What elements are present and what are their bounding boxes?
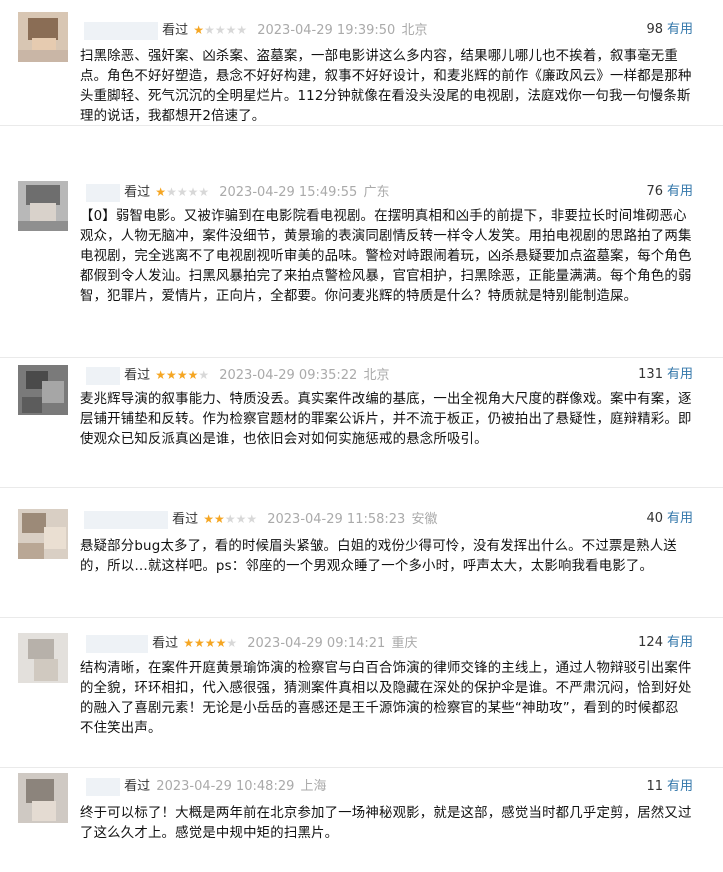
- comment-item: 看过 ★★★★★ 2023-04-29 19:39:50 北京 98 有用 扫黑除…: [0, 0, 723, 126]
- vote-count: 76: [646, 184, 663, 199]
- useful-button[interactable]: 有用: [667, 22, 693, 37]
- comment-item: 看过 2023-04-29 10:48:29 上海 11 有用 终于可以标了！大概…: [0, 767, 723, 872]
- comment-item: 看过 ★★★★★ 2023-04-29 11:58:23 安徽 40 有用 悬疑部…: [0, 487, 723, 618]
- star-icon: ★★★★: [183, 636, 227, 650]
- watched-label: 看过: [124, 779, 151, 794]
- username-blurred[interactable]: [86, 777, 120, 796]
- vote-count: 98: [646, 22, 663, 37]
- useful-button[interactable]: 有用: [667, 184, 693, 199]
- useful-button[interactable]: 有用: [667, 635, 693, 650]
- username-blurred[interactable]: [84, 510, 168, 529]
- comment-location: 北京: [363, 368, 390, 383]
- watched-label: 看过: [152, 636, 179, 651]
- username-blurred[interactable]: [86, 366, 120, 385]
- comment-text: 结构清晰，在案件开庭黄景瑜饰演的检察官与白百合饰演的律师交锋的主线上，通过人物辩…: [80, 661, 692, 736]
- comment-text: 【0】弱智电影。又被诈骗到在电影院看电视剧。在摆明真相和凶手的前提下，非要拉长时…: [80, 209, 692, 304]
- username-blurred[interactable]: [86, 634, 148, 653]
- rating-stars: ★★★★★: [155, 368, 209, 382]
- vote-count: 11: [646, 779, 663, 794]
- comment-meta: 看过 ★★★★★ 2023-04-29 09:35:22 北京: [86, 365, 389, 385]
- comment-time: 2023-04-29 10:48:29: [156, 779, 295, 794]
- star-icon: ★★★★: [155, 368, 199, 382]
- username-blurred[interactable]: [84, 21, 158, 40]
- useful-button[interactable]: 有用: [667, 367, 693, 382]
- rating-stars: ★★★★★: [183, 636, 237, 650]
- vote-count: 40: [646, 511, 663, 526]
- comment-meta: 看过 2023-04-29 10:48:29 上海: [86, 777, 327, 797]
- comment-time: 2023-04-29 09:35:22: [219, 368, 358, 383]
- watched-label: 看过: [162, 23, 189, 38]
- star-empty-icon: ★: [226, 636, 238, 650]
- star-icon: ★: [193, 23, 205, 37]
- comment-meta: 看过 ★★★★★ 2023-04-29 19:39:50 北京: [84, 20, 427, 40]
- vote-count: 131: [638, 367, 663, 382]
- avatar[interactable]: [18, 181, 68, 231]
- comment-text: 悬疑部分bug太多了，看的时候眉头紧皱。白姐的戏份少得可怜，没有发挥出什么。不过…: [80, 539, 677, 574]
- avatar[interactable]: [18, 773, 68, 823]
- comment-time: 2023-04-29 09:14:21: [247, 636, 386, 651]
- comment-location: 上海: [300, 779, 327, 794]
- star-icon: ★: [155, 185, 167, 199]
- star-empty-icon: ★★★: [224, 512, 258, 526]
- star-empty-icon: ★: [198, 368, 210, 382]
- avatar[interactable]: [18, 365, 68, 415]
- comment-text: 扫黑除恶、强奸案、凶杀案、盗墓案，一部电影讲这么多内容，结果哪儿哪儿也不挨着，叙…: [80, 49, 692, 124]
- useful-votes: 131 有用: [638, 365, 693, 385]
- comment-meta: 看过 ★★★★★ 2023-04-29 11:58:23 安徽: [84, 509, 437, 529]
- vote-count: 124: [638, 635, 663, 650]
- avatar[interactable]: [18, 509, 68, 559]
- comment-meta: 看过 ★★★★★ 2023-04-29 09:14:21 重庆: [86, 633, 417, 653]
- comment-time: 2023-04-29 11:58:23: [267, 512, 406, 527]
- useful-button[interactable]: 有用: [667, 511, 693, 526]
- avatar[interactable]: [18, 12, 68, 62]
- avatar[interactable]: [18, 633, 68, 683]
- rating-stars: ★★★★★: [193, 23, 247, 37]
- star-empty-icon: ★★★★: [204, 23, 248, 37]
- comment-location: 重庆: [391, 636, 418, 651]
- comment-item: 看过 ★★★★★ 2023-04-29 15:49:55 广东 76 有用 【0】…: [0, 125, 723, 358]
- watched-label: 看过: [124, 185, 151, 200]
- comment-location: 广东: [363, 185, 390, 200]
- useful-votes: 98 有用: [646, 20, 693, 40]
- useful-votes: 40 有用: [646, 509, 693, 529]
- useful-votes: 124 有用: [638, 633, 693, 653]
- username-blurred[interactable]: [86, 183, 120, 202]
- comment-meta: 看过 ★★★★★ 2023-04-29 15:49:55 广东: [86, 182, 389, 202]
- watched-label: 看过: [172, 512, 199, 527]
- comment-item: 看过 ★★★★★ 2023-04-29 09:35:22 北京 131 有用 麦兆…: [0, 357, 723, 488]
- comment-location: 北京: [401, 23, 428, 38]
- comment-text: 终于可以标了！大概是两年前在北京参加了一场神秘观影，就是这部，感觉当时都几乎定剪…: [80, 806, 692, 841]
- star-icon: ★★: [203, 512, 225, 526]
- rating-stars: ★★★★★: [203, 512, 257, 526]
- watched-label: 看过: [124, 368, 151, 383]
- comment-time: 2023-04-29 15:49:55: [219, 185, 358, 200]
- useful-votes: 76 有用: [646, 182, 693, 202]
- comment-location: 安徽: [411, 512, 438, 527]
- comment-item: 看过 ★★★★★ 2023-04-29 09:14:21 重庆 124 有用 结构…: [0, 617, 723, 768]
- useful-votes: 11 有用: [646, 777, 693, 797]
- star-empty-icon: ★★★★: [166, 185, 210, 199]
- comment-time: 2023-04-29 19:39:50: [257, 23, 396, 38]
- rating-stars: ★★★★★: [155, 185, 209, 199]
- comment-text: 麦兆辉导演的叙事能力、特质没丢。真实案件改编的基底，一出全视角大尺度的群像戏。案…: [80, 392, 692, 447]
- useful-button[interactable]: 有用: [667, 779, 693, 794]
